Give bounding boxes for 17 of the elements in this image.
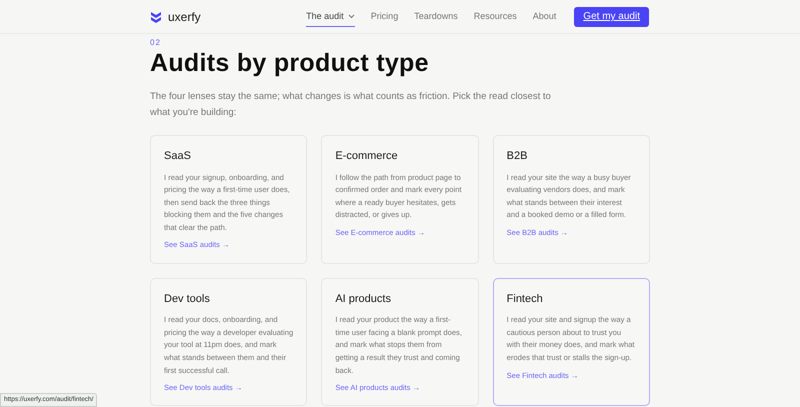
card-title: SaaS [164, 149, 192, 164]
get-audit-button[interactable]: Get my audit [574, 6, 649, 26]
card-title: E-commerce [335, 149, 399, 164]
card-title: AI products [335, 292, 392, 307]
nav-link[interactable]: Resources [474, 6, 517, 28]
card-title: Dev tools [164, 292, 211, 307]
section-intro: The four lenses stay the same; what changes is what counts as friction. Pick the read closest to what you're building: [150, 90, 552, 120]
logo-icon [150, 10, 162, 22]
logo-text[interactable]: uxerfy [168, 8, 201, 26]
nav-link[interactable]: The audit [306, 6, 355, 28]
nav-link[interactable]: About [532, 6, 556, 28]
card-title: Fintech [506, 292, 544, 307]
nav-link[interactable]: Teardowns [414, 6, 458, 28]
card-title: B2B [506, 149, 528, 164]
nav-link[interactable]: Pricing [370, 6, 398, 28]
section-number: 02 [150, 37, 162, 49]
section-title: Audits by product type [150, 49, 430, 77]
